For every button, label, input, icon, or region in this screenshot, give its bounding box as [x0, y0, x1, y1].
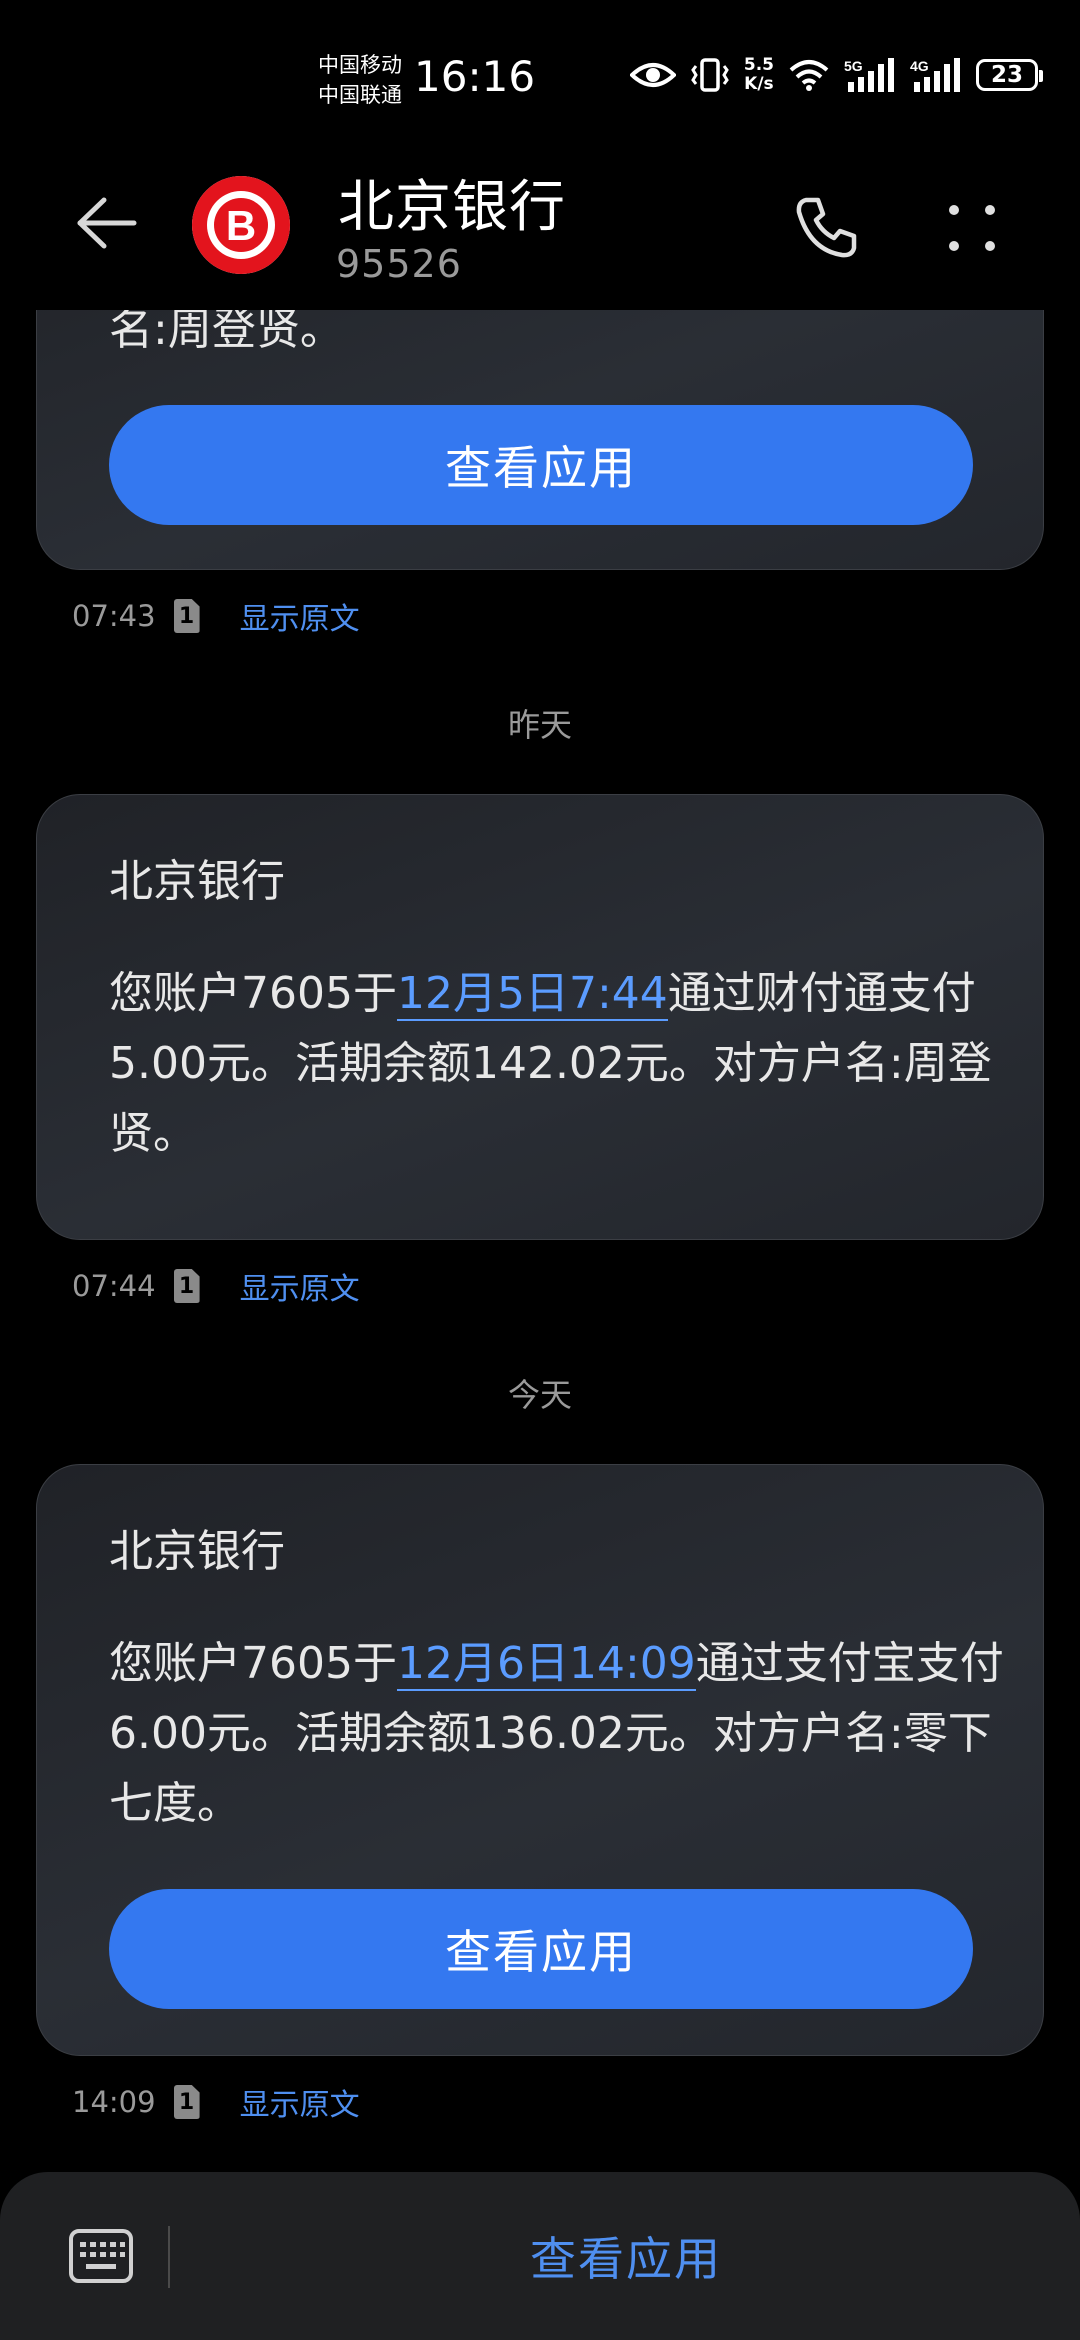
- carrier-2: 中国联通: [318, 83, 402, 107]
- sim-card-icon: 1: [173, 1269, 200, 1303]
- message-meta: 14:09 1 显示原文: [72, 2080, 360, 2124]
- message-text: 您账户7605于12月6日14:09通过支付宝支付6.00元。活期余额136.0…: [109, 1629, 1009, 1839]
- view-app-button[interactable]: 查看应用: [109, 1889, 973, 2009]
- net-speed: 5.5 K/s: [744, 56, 774, 94]
- net-speed-value: 5.5: [743, 55, 774, 75]
- view-app-button[interactable]: 查看应用: [109, 405, 973, 525]
- sms-conversation-screen: 中国移动 中国联通 16:16 5.5 K/s 5G 4G 23 名:周登贤。 …: [0, 0, 1080, 2340]
- date-separator: 今天: [507, 1376, 572, 1414]
- status-icons: 5.5 K/s 5G 4G 23: [629, 56, 1043, 94]
- sim-card-icon: 1: [173, 2085, 200, 2119]
- more-icon[interactable]: [944, 200, 1000, 256]
- wifi-icon: [788, 59, 830, 91]
- vibrate-icon: [690, 58, 730, 92]
- keyboard-icon[interactable]: [68, 2228, 134, 2284]
- sim2-network-label: 4G: [910, 58, 929, 74]
- message-time: 07:43: [72, 599, 156, 633]
- message-text-pre: 您账户7605于: [109, 968, 397, 1019]
- message-meta: 07:43 1 显示原文: [72, 594, 360, 638]
- contact-name: 北京银行: [338, 175, 566, 240]
- message-sender: 北京银行: [109, 856, 285, 907]
- date-separator: 昨天: [507, 706, 572, 744]
- carrier-names: 中国移动 中国联通: [318, 50, 402, 110]
- bank-logo-avatar[interactable]: B: [192, 176, 290, 274]
- message-time: 07:44: [72, 1269, 156, 1303]
- status-time: 16:16: [414, 52, 536, 101]
- phone-icon[interactable]: [792, 192, 862, 262]
- conversation-header: B 北京银行 95526: [0, 150, 1080, 310]
- message-time: 14:09: [72, 2085, 156, 2119]
- battery-icon: 23: [976, 59, 1043, 91]
- carrier-1: 中国移动: [318, 53, 402, 77]
- datetime-link[interactable]: 12月5日7:44: [396, 968, 668, 1021]
- message-meta: 07:44 1 显示原文: [72, 1264, 360, 1308]
- datetime-link[interactable]: 12月6日14:09: [396, 1638, 696, 1691]
- show-original-link[interactable]: 显示原文: [240, 1264, 360, 1308]
- contact-number: 95526: [336, 242, 462, 286]
- message-bubble[interactable]: 北京银行 您账户7605于12月5日7:44通过财付通支付5.00元。活期余额1…: [36, 794, 1044, 1240]
- bottom-divider: [168, 2226, 170, 2288]
- logo-letter: B: [226, 202, 256, 249]
- message-bubble[interactable]: 北京银行 您账户7605于12月6日14:09通过支付宝支付6.00元。活期余额…: [36, 1464, 1044, 2056]
- bottom-menu-bar: 查看应用: [0, 2172, 1080, 2340]
- sim-card-icon: 1: [173, 599, 200, 633]
- back-arrow-icon[interactable]: [70, 188, 140, 258]
- signal-4g-icon: 4G: [910, 58, 962, 92]
- message-text-pre: 您账户7605于: [109, 1638, 397, 1689]
- sim1-network-label: 5G: [844, 58, 863, 74]
- signal-5g-icon: 5G: [844, 58, 896, 92]
- message-sender: 北京银行: [109, 1526, 285, 1577]
- show-original-link[interactable]: 显示原文: [240, 2080, 360, 2124]
- battery-level: 23: [990, 62, 1023, 88]
- bottom-view-app-button[interactable]: 查看应用: [172, 2172, 1080, 2340]
- eye-comfort-icon: [629, 60, 676, 90]
- show-original-link[interactable]: 显示原文: [240, 594, 360, 638]
- status-bar: 中国移动 中国联通 16:16 5.5 K/s 5G 4G 23: [0, 0, 1080, 150]
- net-speed-unit: K/s: [744, 74, 774, 94]
- message-text: 您账户7605于12月5日7:44通过财付通支付5.00元。活期余额142.02…: [109, 959, 1009, 1169]
